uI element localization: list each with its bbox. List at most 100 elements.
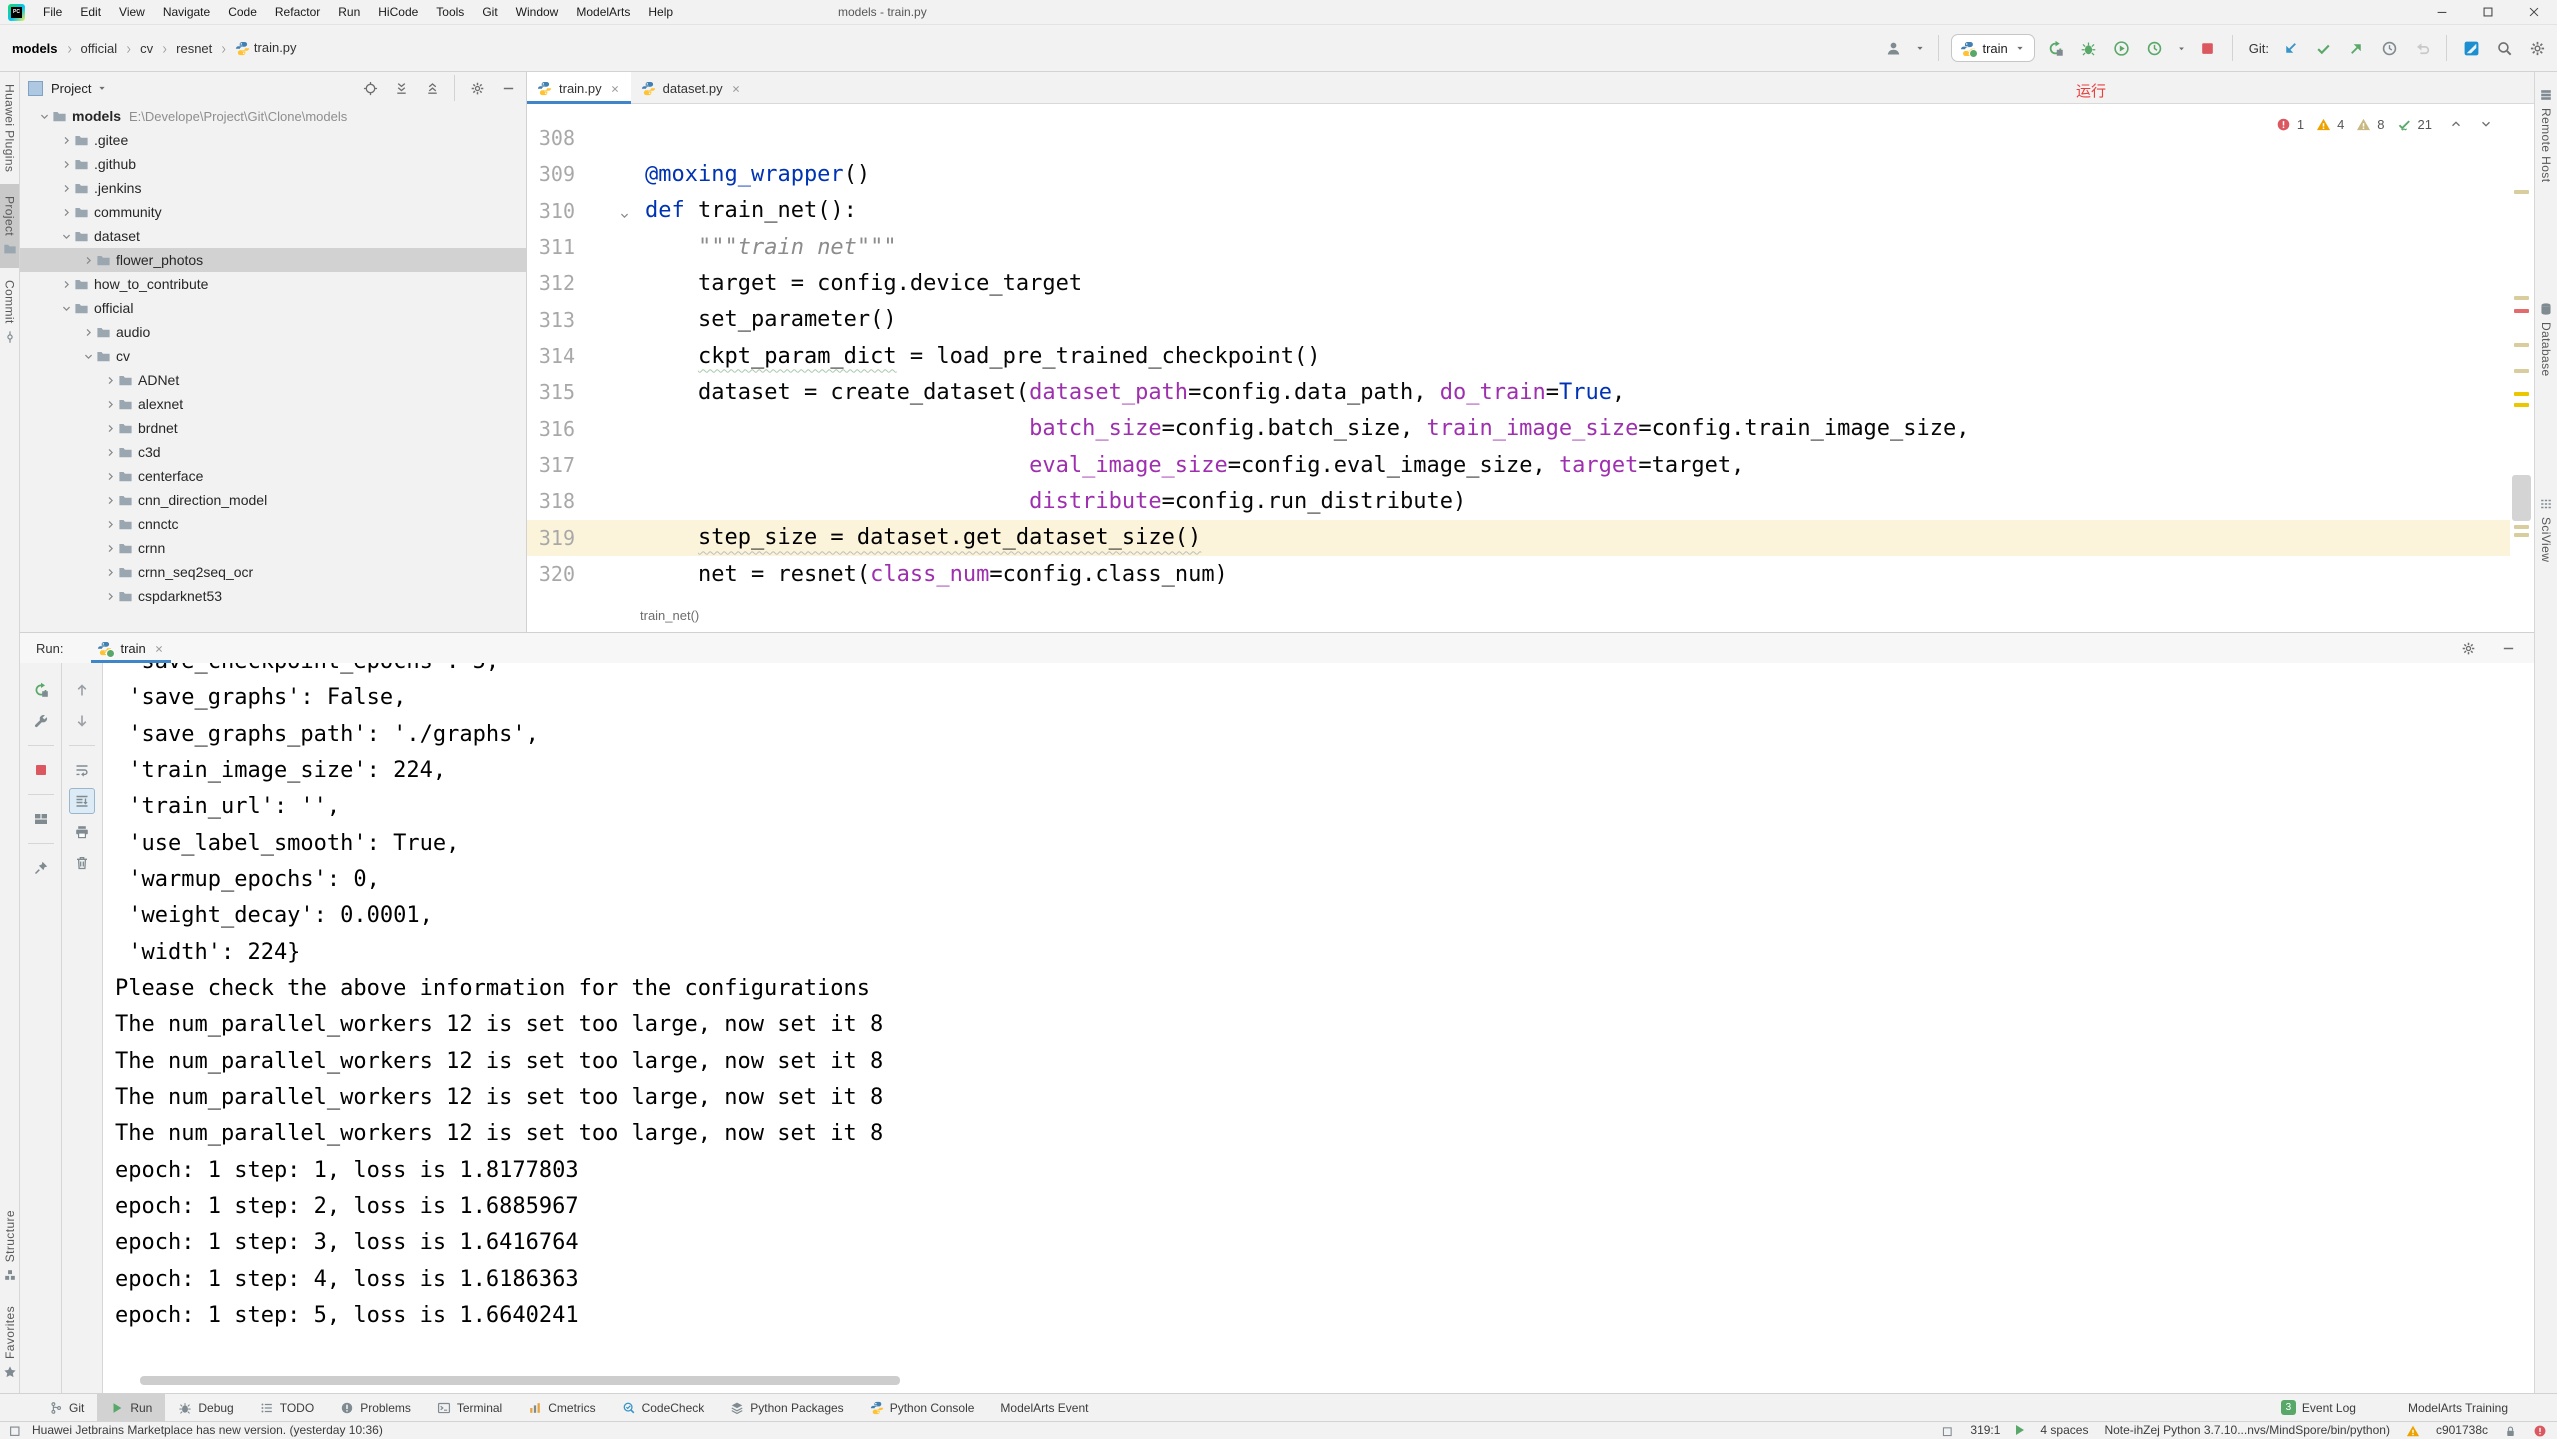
chevron-down-icon[interactable] <box>58 300 74 316</box>
menu-file[interactable]: File <box>34 5 71 19</box>
maximize-icon[interactable] <box>2465 0 2511 24</box>
menu-run[interactable]: Run <box>329 5 369 19</box>
stop-button[interactable] <box>28 757 54 783</box>
hide-panel-button[interactable] <box>2496 636 2520 660</box>
chevron-down-icon[interactable] <box>36 108 52 124</box>
tree-item-cv[interactable]: cv <box>20 344 526 368</box>
stripe-item-database[interactable]: Database <box>2535 290 2557 389</box>
tree-item-models[interactable]: modelsE:\Develope\Project\Git\Clone\mode… <box>20 104 526 128</box>
tree-item-crnn_seq2seq_ocr[interactable]: crnn_seq2seq_ocr <box>20 560 526 584</box>
chevron-right-icon[interactable] <box>102 492 118 508</box>
toolwindow-button-problems[interactable]: Problems <box>327 1394 424 1421</box>
tree-item-_gitee[interactable]: .gitee <box>20 128 526 152</box>
stripe-item-structure[interactable]: Structure <box>0 1198 19 1294</box>
debug-button[interactable] <box>2077 36 2101 60</box>
error-stripe-mark[interactable] <box>2514 343 2529 347</box>
toolwindow-button-terminal[interactable]: Terminal <box>424 1394 515 1421</box>
chevron-right-icon[interactable] <box>102 396 118 412</box>
code-line-317[interactable]: 317 eval_image_size=config.eval_image_si… <box>527 447 2510 483</box>
tab-close-icon[interactable] <box>730 81 742 96</box>
menu-modelarts[interactable]: ModelArts <box>567 5 639 19</box>
menu-view[interactable]: View <box>110 5 154 19</box>
gear-button[interactable] <box>465 76 489 100</box>
chevron-right-icon[interactable] <box>58 276 74 292</box>
tree-item-centerface[interactable]: centerface <box>20 464 526 488</box>
toolwindow-button-debug[interactable]: Debug <box>165 1394 246 1421</box>
minimize-icon[interactable] <box>2419 0 2465 24</box>
error-stripe-mark[interactable] <box>2514 525 2529 529</box>
tree-item-audio[interactable]: audio <box>20 320 526 344</box>
push-button[interactable] <box>2344 36 2368 60</box>
chevron-right-icon[interactable] <box>58 180 74 196</box>
chevron-right-icon[interactable] <box>102 516 118 532</box>
trash-button[interactable] <box>69 850 95 876</box>
history-button[interactable] <box>2377 36 2401 60</box>
git-branch-label[interactable]: c901738c <box>2436 1423 2488 1437</box>
toolwindow-button-modelarts-training[interactable]: ModelArts Training <box>2395 1394 2521 1421</box>
expand-all-button[interactable] <box>389 76 413 100</box>
rollback-button[interactable] <box>2410 36 2434 60</box>
toolwindow-toggle-icon[interactable] <box>8 1423 22 1438</box>
error-stripe-mark[interactable] <box>2514 296 2529 300</box>
stripe-item-favorites[interactable]: Favorites <box>0 1294 19 1391</box>
tree-item-cnnctc[interactable]: cnnctc <box>20 512 526 536</box>
tree-item-official[interactable]: official <box>20 296 526 320</box>
tree-item-cspdarknet53[interactable]: cspdarknet53 <box>20 584 526 608</box>
tab-close-icon[interactable] <box>609 81 621 96</box>
code-line-312[interactable]: 312 target = config.device_target <box>527 265 2510 301</box>
caret-position[interactable]: 319:1 <box>1970 1423 2000 1437</box>
tree-item-how_to_contribute[interactable]: how_to_contribute <box>20 272 526 296</box>
search-button[interactable] <box>2492 36 2516 60</box>
toolwindow-button-run[interactable]: Run <box>97 1394 165 1421</box>
modelarts-button[interactable] <box>2459 36 2483 60</box>
breadcrumb-item-resnet[interactable]: resnet <box>176 41 212 56</box>
code-line-308[interactable]: 308 <box>527 120 2510 156</box>
rerun-button[interactable] <box>2044 36 2068 60</box>
code-line-310[interactable]: 310def train_net(): <box>527 193 2510 229</box>
lock-icon[interactable] <box>2504 1423 2517 1437</box>
tree-item-_github[interactable]: .github <box>20 152 526 176</box>
code-line-309[interactable]: 309@moxing_wrapper() <box>527 156 2510 192</box>
softwrap-button[interactable] <box>69 757 95 783</box>
tree-item-_jenkins[interactable]: .jenkins <box>20 176 526 200</box>
menu-tools[interactable]: Tools <box>427 5 473 19</box>
breadcrumb-item-trainpy[interactable]: train.py <box>235 40 296 56</box>
code-line-313[interactable]: 313 set_parameter() <box>527 302 2510 338</box>
down-button[interactable] <box>69 708 95 734</box>
menu-hicode[interactable]: HiCode <box>369 5 427 19</box>
stripe-item-commit[interactable]: Commit <box>0 268 19 356</box>
error-stripe-mark[interactable] <box>2514 369 2529 373</box>
tree-item-ADNet[interactable]: ADNet <box>20 368 526 392</box>
error-stripe-mark[interactable] <box>2514 392 2529 396</box>
chevron-right-icon[interactable] <box>80 324 96 340</box>
tree-item-crnn[interactable]: crnn <box>20 536 526 560</box>
menu-edit[interactable]: Edit <box>71 5 110 19</box>
rerun-button[interactable] <box>28 677 54 703</box>
menu-git[interactable]: Git <box>473 5 506 19</box>
error-stripe[interactable] <box>2510 104 2534 598</box>
breadcrumb-item-official[interactable]: official <box>81 41 118 56</box>
stripe-item-huawei-plugins[interactable]: Huawei Plugins <box>0 72 19 184</box>
chevron-right-icon[interactable] <box>58 132 74 148</box>
toolwindow-button-cmetrics[interactable]: Cmetrics <box>515 1394 608 1421</box>
tab-close-icon[interactable] <box>153 641 165 656</box>
hector-inspections-icon[interactable] <box>2533 1423 2547 1438</box>
profiler-button[interactable] <box>2110 36 2134 60</box>
chevron-right-icon[interactable] <box>102 564 118 580</box>
interpreter-label[interactable]: Note-ihZej Python 3.7.10...nvs/MindSpore… <box>2104 1423 2390 1437</box>
chevron-right-icon[interactable] <box>102 588 118 604</box>
gear-button[interactable] <box>2525 36 2549 60</box>
breadcrumb-item-models[interactable]: models <box>12 41 58 56</box>
code-line-320[interactable]: 320 net = resnet(class_num=config.class_… <box>527 556 2510 592</box>
close-icon[interactable] <box>2511 0 2557 24</box>
pin-button[interactable] <box>28 855 54 881</box>
tree-item-dataset[interactable]: dataset <box>20 224 526 248</box>
fold-arrow-icon[interactable] <box>618 202 631 226</box>
tree-item-flower_photos[interactable]: flower_photos <box>20 248 526 272</box>
code-area[interactable]: 308309@moxing_wrapper()310def train_net(… <box>527 104 2510 598</box>
printer-button[interactable] <box>69 819 95 845</box>
chevron-right-icon[interactable] <box>102 372 118 388</box>
coverage-button[interactable] <box>2143 36 2167 60</box>
toolwindow-button-python-packages[interactable]: Python Packages <box>717 1394 856 1421</box>
code-line-316[interactable]: 316 batch_size=config.batch_size, train_… <box>527 411 2510 447</box>
